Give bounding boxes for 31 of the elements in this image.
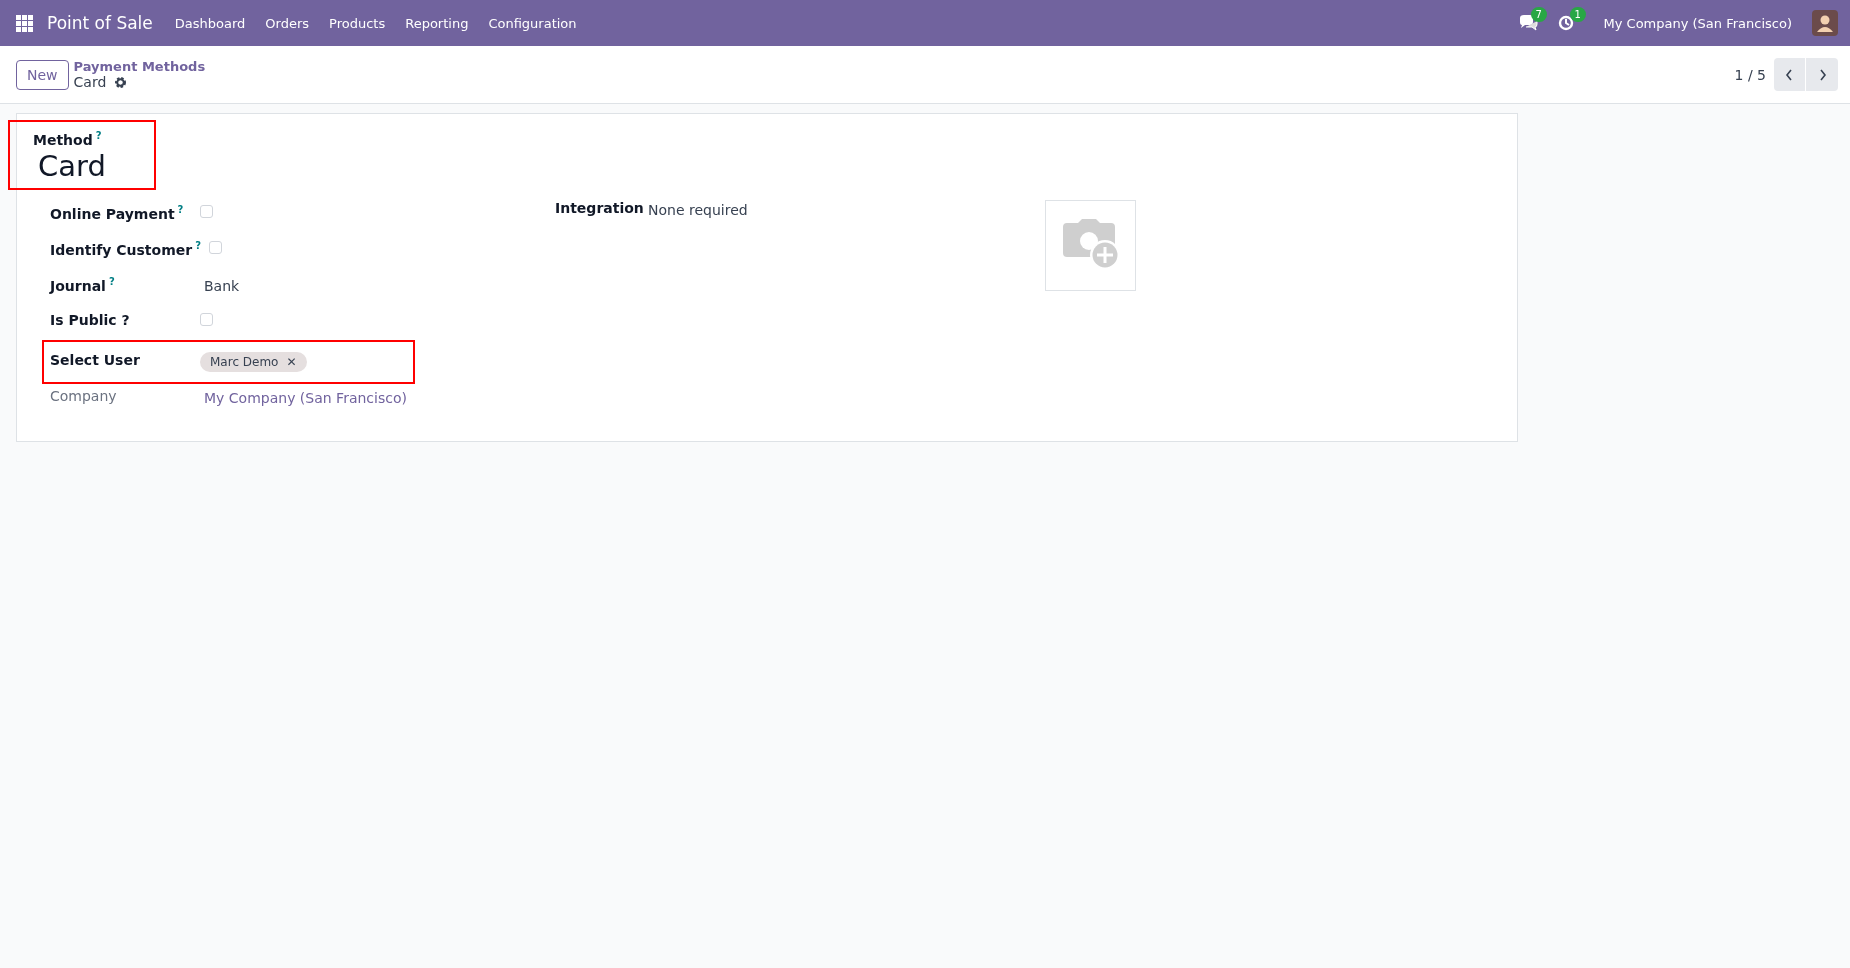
help-tooltip-mark[interactable]: ?: [177, 203, 184, 215]
pager-counter[interactable]: 1 / 5: [1734, 66, 1766, 83]
help-tooltip-mark[interactable]: ?: [108, 275, 115, 287]
remove-tag-button[interactable]: ✕: [286, 354, 297, 369]
breadcrumb-link[interactable]: Payment Methods: [73, 59, 206, 74]
company-link[interactable]: My Company (San Francisco): [200, 387, 407, 406]
help-tooltip-mark[interactable]: ?: [95, 130, 102, 141]
company-switcher[interactable]: My Company (San Francisco): [1593, 15, 1792, 31]
help-tooltip-mark[interactable]: ?: [195, 239, 201, 251]
app-name[interactable]: Point of Sale: [33, 13, 163, 33]
new-button[interactable]: New: [16, 59, 69, 90]
field-label: Journal: [50, 277, 106, 294]
user-tag: Marc Demo ✕: [200, 351, 307, 372]
field-label: Identify Customer: [50, 241, 193, 258]
menu-item[interactable]: Dashboard: [164, 15, 256, 31]
record-title: Card: [73, 74, 107, 90]
field-label: Is Public ?: [50, 311, 130, 328]
field-label: Select User: [50, 351, 140, 368]
menu-item[interactable]: Orders: [255, 15, 320, 31]
message-count-badge: 7: [1530, 7, 1547, 22]
method-name-field[interactable]: Card: [38, 147, 106, 184]
field-label: Method: [33, 131, 93, 148]
field-label: Company: [50, 387, 117, 404]
activity-count-badge: 1: [1569, 7, 1586, 22]
menu-item[interactable]: Configuration: [478, 15, 587, 31]
field-value: None required: [648, 200, 748, 220]
menu-item[interactable]: Reporting: [395, 15, 479, 31]
field-label: Integration: [555, 199, 645, 218]
field-label: Online Payment: [50, 205, 175, 222]
field-value[interactable]: Bank: [200, 275, 240, 294]
menu-item[interactable]: Products: [319, 15, 396, 31]
